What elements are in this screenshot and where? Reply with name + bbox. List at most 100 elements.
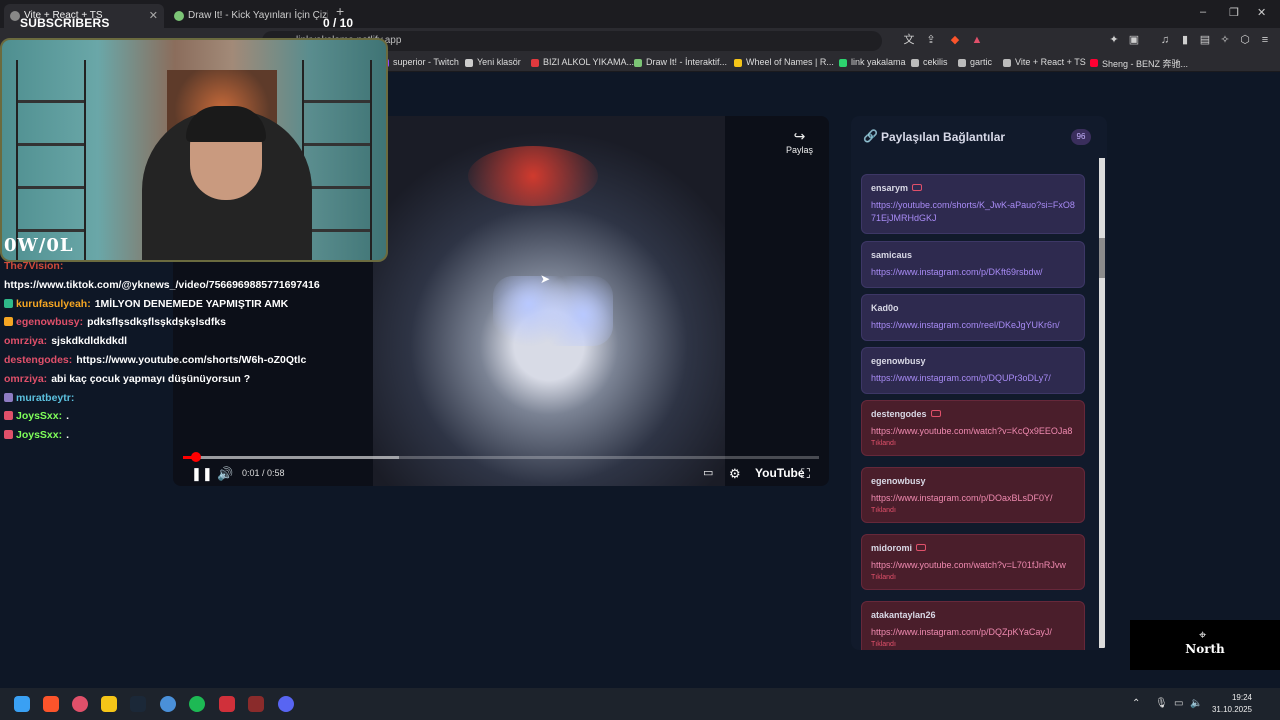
progress-bar[interactable] [183,452,819,462]
panel-scrollbar[interactable] [1099,158,1105,648]
link-card[interactable]: egenowbusy https://www.instagram.com/p/DQ… [861,347,1085,394]
bookmark-item[interactable]: Draw It! - İnteraktif... [634,57,727,67]
leo-ai-icon[interactable]: ✧ [1218,33,1232,47]
app-icon[interactable] [160,696,176,712]
maps-icon[interactable] [72,696,88,712]
panel-header: 🔗 Paylaşılan Bağlantılar 96 [851,116,1107,156]
settings-gear-icon[interactable]: ⚙ [729,466,741,482]
link-username-text: midoromi [871,543,913,553]
start-icon[interactable] [14,696,30,712]
chat-message: omrziya: abi kaç çocuk yapmayı düşünüyors… [4,370,384,389]
wallet-icon[interactable]: ▤ [1198,33,1212,47]
microphone-icon[interactable]: 🎙 [1155,698,1168,709]
crosshair-icon: ⌖ [1199,627,1207,642]
brave-icon[interactable] [43,696,59,712]
share-button[interactable]: ↪ Paylaş [786,128,813,155]
link-url[interactable]: https://www.instagram.com/p/DOaxBLsDF0Y/ [871,492,1075,505]
browser-tab-bar: Vite + React + TS ✕ Draw It! - Kick Yayı… [0,0,1280,28]
chat-overlay: The7Vision: https://www.tiktok.com/@yknew… [4,257,384,445]
bookmark-item[interactable]: Vite + React + TS [1003,57,1086,67]
volume-icon[interactable]: 🔊 [217,466,233,482]
chat-text: 1MİLYON DENEMEDE YAPMIŞTIR AMK [94,297,289,310]
system-clock[interactable]: 19:24 31.10.2025 [1212,692,1252,716]
minimize-icon[interactable]: – [1200,6,1206,18]
app-red-icon[interactable] [219,696,235,712]
scrubber-handle[interactable] [190,452,201,462]
chat-username: omrziya: [4,372,48,385]
translate-icon[interactable]: 文 [902,33,916,47]
bookmark-item[interactable]: BIZI ALKOL YIKAMA... [531,57,634,67]
bookmark-item[interactable]: Sheng - BENZ 奔驰... [1090,57,1188,70]
link-username-text: samicaus [871,250,913,260]
chat-text: pdksflşsdkşflsşkdşkşlsdfks [87,316,226,329]
brave-rewards-icon[interactable]: ▲ [970,33,984,47]
links-list[interactable]: ensarym https://youtube.com/shorts/K_JwK-… [861,156,1097,650]
link-card[interactable]: destengodes https://www.youtube.com/watch… [861,400,1085,456]
link-username: egenowbusy [871,356,1075,366]
menu-icon[interactable]: ≡ [1258,33,1272,47]
speaker-icon[interactable]: 🔈 [1190,698,1202,709]
network-icon[interactable]: ▭ [1174,698,1183,709]
link-username: samicaus [871,250,1075,260]
discord-icon[interactable] [278,696,294,712]
share-page-icon[interactable]: ⇪ [924,33,938,47]
close-tab-icon[interactable]: ✕ [149,4,158,28]
maximize-icon[interactable]: ❐ [1229,6,1239,19]
chat-username: The7Vision: [4,260,64,272]
app-icon[interactable] [248,696,264,712]
link-url[interactable]: https://www.youtube.com/watch?v=L701fJnR… [871,559,1075,572]
link-username-text: egenowbusy [871,356,926,366]
spotify-icon[interactable] [189,696,205,712]
link-card[interactable]: atakantaylan26 https://www.instagram.com/… [861,601,1085,650]
media-icon[interactable]: ♫ [1158,33,1172,47]
scrollbar-thumb[interactable] [1099,238,1105,278]
chat-message: muratbeytr: [4,389,384,408]
shelf-left [16,60,86,260]
link-url[interactable]: https://www.youtube.com/watch?v=KcQx9EEO… [871,425,1075,438]
link-card[interactable]: Kad0o https://www.instagram.com/reel/DKeJ… [861,294,1085,341]
fullscreen-icon[interactable]: ⛶ [801,466,810,482]
clicked-status: Tıklandı [871,440,896,447]
sidebar-icon[interactable]: ▮ [1178,33,1192,47]
link-username: Kad0o [871,303,1075,313]
clicked-status: Tıklandı [871,507,896,514]
subtitles-icon[interactable]: ▭ [703,466,713,479]
link-url[interactable]: https://www.instagram.com/p/DKft69rsbdw/ [871,266,1075,279]
bookmark-item[interactable]: gartic [958,57,992,67]
link-url[interactable]: https://youtube.com/shorts/K_JwK-aPauo?s… [871,199,1075,225]
brave-shield-icon[interactable]: ◆ [948,33,962,47]
link-url[interactable]: https://www.instagram.com/p/DQUPr3oDLy7/ [871,372,1075,385]
link-card[interactable]: midoromi https://www.youtube.com/watch?v=… [861,534,1085,590]
mouse-cursor-icon: ➤ [540,272,551,286]
bookmark-folder[interactable]: Yeni klasör [465,57,521,67]
link-username: atakantaylan26 [871,610,1075,620]
clock-date: 31.10.2025 [1211,705,1252,714]
tray-chevron-icon[interactable]: ⌃ [1132,698,1140,709]
bookmark-item[interactable]: Wheel of Names | R... [734,57,834,67]
link-url[interactable]: https://www.instagram.com/p/DQZpKYaCayJ/ [871,626,1075,639]
video-frame[interactable] [373,116,725,486]
link-username-text: destengodes [871,409,927,419]
youtube-logo[interactable]: YouTube [755,466,805,480]
vpn-icon[interactable]: ⬡ [1238,33,1252,47]
link-url[interactable]: https://www.instagram.com/reel/DKeJgYUKr… [871,319,1075,332]
close-window-icon[interactable]: ✕ [1257,6,1266,19]
chat-message: destengodes: https://www.youtube.com/shor… [4,351,384,370]
pause-icon[interactable]: ❚❚ [191,466,213,482]
chat-message: The7Vision: [4,257,384,276]
bookmark-item[interactable]: superior - Twitch [381,57,459,67]
bookmark-item[interactable]: link yakalama [839,57,906,67]
north-compass-widget: ⌖ North [1130,620,1280,670]
link-card[interactable]: samicaus https://www.instagram.com/p/DKft… [861,241,1085,288]
steam-icon[interactable] [130,696,146,712]
chat-message: https://www.tiktok.com/@yknews_/video/75… [4,276,384,295]
link-card[interactable]: egenowbusy https://www.instagram.com/p/DO… [861,467,1085,523]
link-card[interactable]: ensarym https://youtube.com/shorts/K_JwK-… [861,174,1085,234]
extensions-icon[interactable]: ✦ [1107,33,1121,47]
browser-tab[interactable]: Draw It! - Kick Yayınları İçin Çizim ve [168,4,328,28]
chat-message: JoysSxx:. [4,407,384,426]
win-loss-counter: 0W/0L [4,235,74,256]
screenshot-icon[interactable]: ▣ [1127,33,1141,47]
bookmark-item[interactable]: cekilis [911,57,948,67]
file-explorer-icon[interactable] [101,696,117,712]
